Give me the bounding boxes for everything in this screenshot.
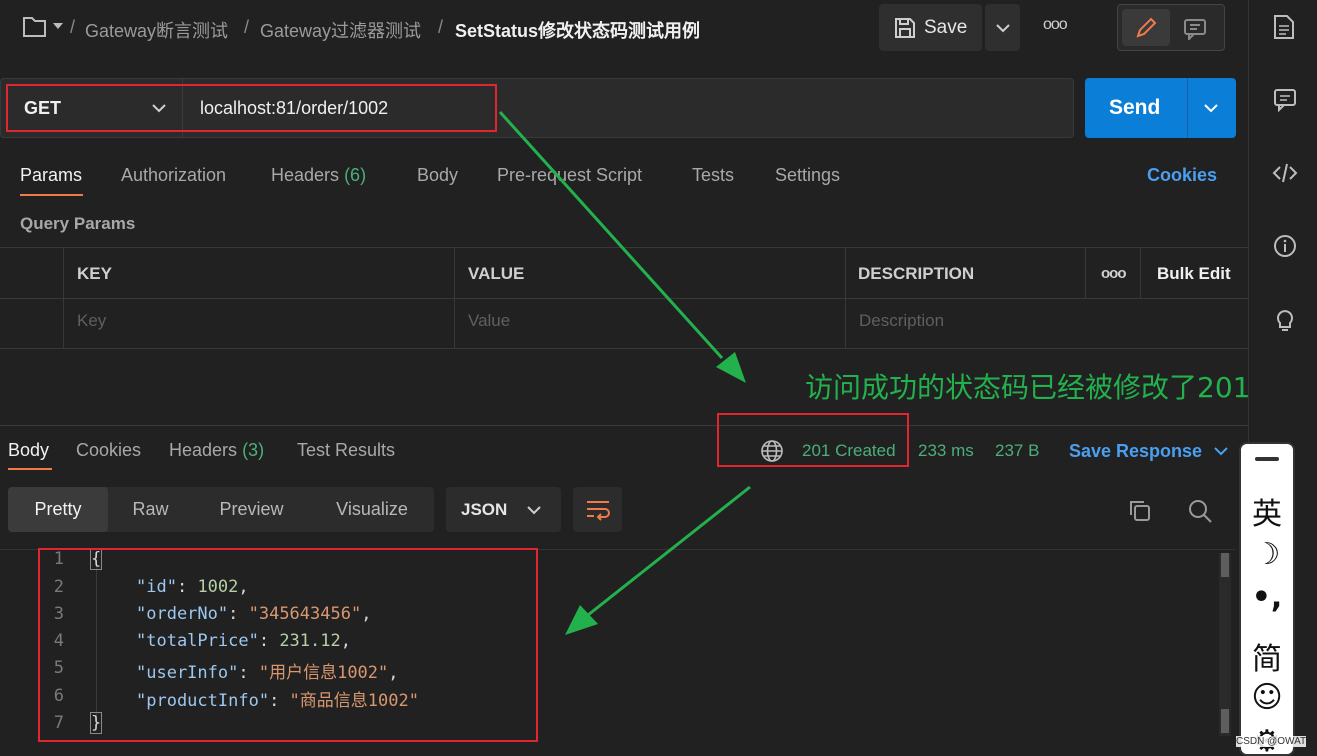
ime-toolbar: 英 ☽ •, 简 ☺ ⚙ [1239,442,1295,756]
arrow-line-bottom [587,485,751,617]
code-snippet-icon[interactable] [1272,162,1298,184]
ime-drag-handle[interactable] [1255,457,1279,461]
lightbulb-icon[interactable] [1273,305,1297,333]
documentation-icon[interactable] [1273,14,1295,40]
comments-icon[interactable] [1273,88,1297,112]
watermark: CSDN @OWAT [1236,736,1307,747]
annotation-arrows [498,110,751,635]
moon-icon[interactable]: ☽ [1241,537,1293,572]
info-icon[interactable] [1273,234,1297,258]
punctuation-toggle[interactable]: •, [1241,580,1293,615]
ime-language-toggle[interactable]: 英 [1241,489,1293,533]
simplified-chinese-toggle[interactable]: 简 [1241,634,1293,678]
emoji-icon[interactable]: ☺ [1241,680,1293,715]
arrow-line-top [498,110,724,360]
